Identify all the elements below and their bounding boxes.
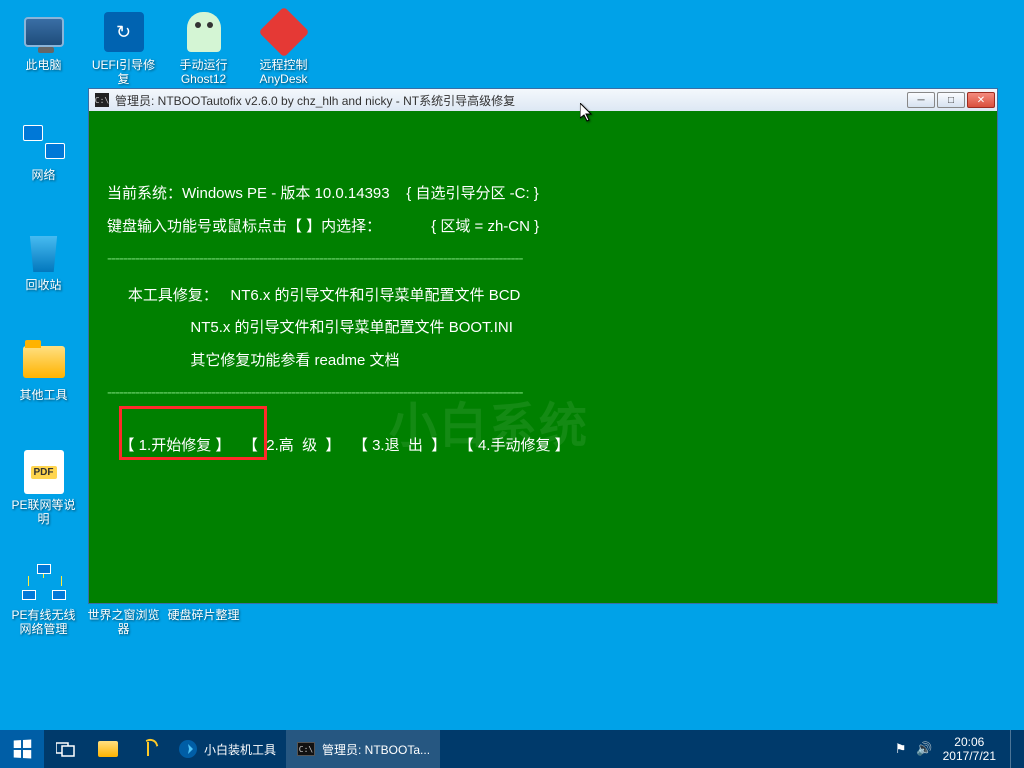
remote-icon — [260, 8, 308, 56]
divider: ----------------------------------------… — [107, 248, 979, 271]
uefi-icon: ↻ — [100, 8, 148, 56]
desktop-icon-pe-readme[interactable]: PDF PE联网等说明 — [6, 448, 81, 526]
folder-icon — [20, 338, 68, 386]
taskbar-label: 管理员: NTBOOTa... — [322, 741, 430, 758]
recycle-bin-icon — [20, 228, 68, 276]
tool-desc-nt6: 本工具修复： NT6.x 的引导文件和引导菜单配置文件 BCD — [107, 285, 979, 308]
icon-label: PE有线无线网络管理 — [6, 608, 81, 636]
close-button[interactable]: ✕ — [967, 92, 995, 108]
desktop-icon-this-pc[interactable]: 此电脑 — [6, 8, 81, 72]
ghost-icon — [180, 8, 228, 56]
menu-advanced[interactable]: 【 2.高 级 】 — [243, 435, 341, 458]
maximize-button[interactable]: □ — [937, 92, 965, 108]
tray-flag-icon[interactable]: ⚑ — [895, 741, 907, 757]
tool-desc-nt5: NT5.x 的引导文件和引导菜单配置文件 BOOT.INI — [107, 317, 979, 340]
icon-label: 手动运行Ghost12 — [166, 58, 241, 86]
line-keyboard-hint: 键盘输入功能号或鼠标点击【 】内选择： { 区域 = zh-CN } — [107, 216, 979, 239]
menu-row: 【 1.开始修复 】 【 2.高 级 】 【 3.退 出 】 【 4.手动修复 … — [107, 435, 979, 458]
icon-label: 此电脑 — [6, 58, 81, 72]
menu-manual-repair[interactable]: 【 4.手动修复 】 — [459, 435, 570, 458]
desktop-icon-network[interactable]: 网络 — [6, 118, 81, 182]
icon-label: 远程控制AnyDesk — [246, 58, 321, 86]
network-manager-icon — [20, 558, 68, 606]
clock-date: 2017/7/21 — [943, 749, 996, 763]
icon-label: 网络 — [6, 168, 81, 182]
tray-clock[interactable]: 20:06 2017/7/21 — [943, 735, 1000, 763]
console-content[interactable]: 小白系统 当前系统：Windows PE - 版本 10.0.14393 { 自… — [89, 111, 997, 603]
show-desktop-button[interactable] — [1010, 730, 1018, 768]
taskbar-app-xiaobai[interactable]: 小白装机工具 — [168, 730, 286, 768]
ntboot-window: C:\ 管理员: NTBOOTautofix v2.6.0 by chz_hlh… — [88, 88, 998, 604]
cmd-icon: C:\ — [95, 93, 109, 107]
pc-icon — [20, 8, 68, 56]
folder-icon — [98, 739, 118, 759]
desktop-icon-remote[interactable]: 远程控制AnyDesk — [246, 8, 321, 86]
tool-desc-other: 其它修复功能参看 readme 文档 — [107, 350, 979, 373]
icon-label: UEFI引导修复 — [86, 58, 161, 86]
taskbar-app-ntboot[interactable]: C:\ 管理员: NTBOOTa... — [286, 730, 440, 768]
line-current-system: 当前系统：Windows PE - 版本 10.0.14393 { 自选引导分区… — [107, 183, 979, 206]
network-icon — [20, 118, 68, 166]
start-button[interactable] — [0, 730, 44, 768]
titlebar[interactable]: C:\ 管理员: NTBOOTautofix v2.6.0 by chz_hlh… — [89, 89, 997, 111]
clock-time: 20:06 — [943, 735, 996, 749]
wifi-icon — [138, 739, 158, 759]
pdf-icon: PDF — [20, 448, 68, 496]
cmd-icon: C:\ — [296, 739, 316, 759]
desktop-icon-other-tools[interactable]: 其他工具 — [6, 338, 81, 402]
xiaobai-icon — [178, 739, 198, 759]
taskbar-pinned-wifi[interactable] — [128, 730, 168, 768]
divider: ----------------------------------------… — [107, 382, 979, 405]
icon-label: 其他工具 — [6, 388, 81, 402]
window-title: 管理员: NTBOOTautofix v2.6.0 by chz_hlh and… — [115, 92, 907, 109]
taskbar-pinned-taskview[interactable] — [44, 730, 88, 768]
desktop-icon-ghost[interactable]: 手动运行Ghost12 — [166, 8, 241, 86]
minimize-button[interactable]: ─ — [907, 92, 935, 108]
tray-volume-icon[interactable]: 🔊 — [916, 741, 932, 757]
icon-label: PE联网等说明 — [6, 498, 81, 526]
taskbar: 小白装机工具 C:\ 管理员: NTBOOTa... ⚑ 🔊 20:06 201… — [0, 730, 1024, 768]
taskbar-label: 小白装机工具 — [204, 741, 276, 758]
windows-logo-icon — [14, 739, 32, 758]
icon-label: 世界之窗浏览器 — [86, 608, 161, 636]
desktop-icon-pe-net-mgr[interactable]: PE有线无线网络管理 — [6, 558, 81, 636]
desktop-icon-recycle-bin[interactable]: 回收站 — [6, 228, 81, 292]
system-tray: ⚑ 🔊 20:06 2017/7/21 — [885, 730, 1024, 768]
icon-label: 回收站 — [6, 278, 81, 292]
taskbar-pinned-explorer[interactable] — [88, 730, 128, 768]
menu-exit[interactable]: 【 3.退 出 】 — [353, 435, 446, 458]
desktop-icon-uefi[interactable]: ↻ UEFI引导修复 — [86, 8, 161, 86]
icon-label: 硬盘碎片整理 — [166, 608, 241, 622]
window-controls: ─ □ ✕ — [907, 92, 995, 108]
taskview-icon — [54, 737, 78, 761]
menu-start-repair[interactable]: 【 1.开始修复 】 — [120, 435, 231, 458]
